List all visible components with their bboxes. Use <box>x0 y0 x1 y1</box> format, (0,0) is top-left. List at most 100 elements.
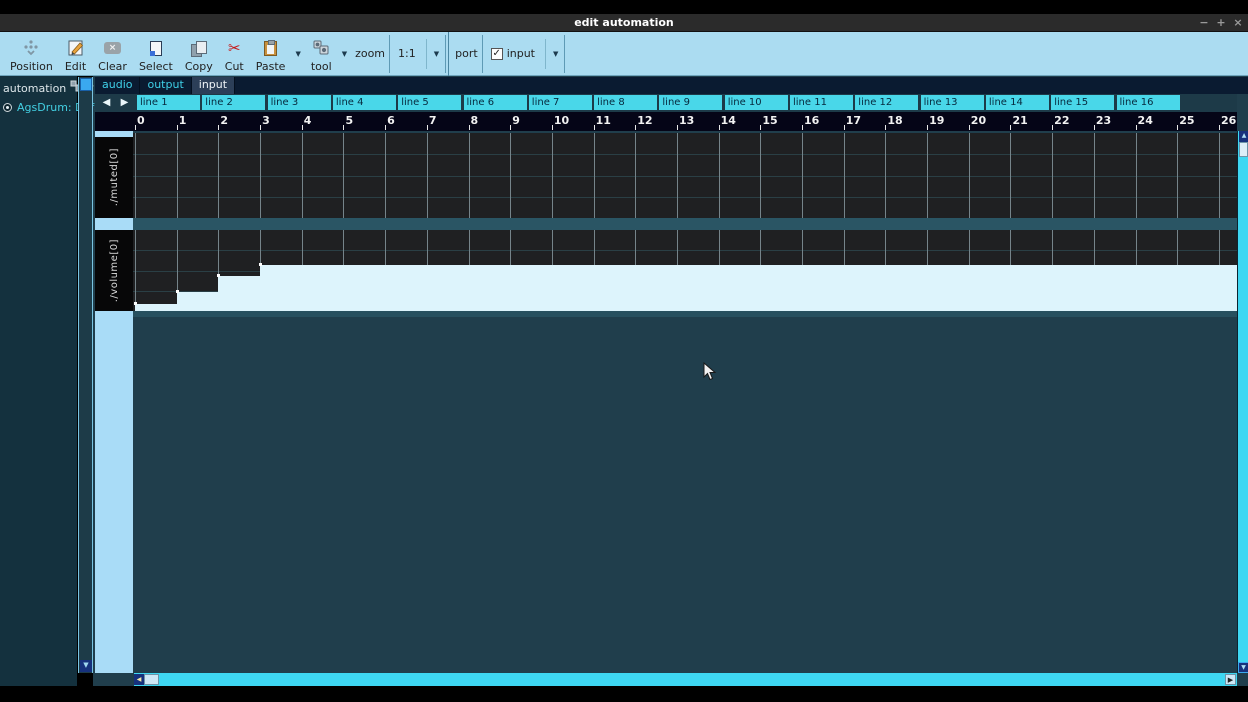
toolbar: Position Edit × Clear Select Copy ✂ <box>0 32 1248 76</box>
ruler-tick-label: 0 <box>137 114 145 127</box>
ruler-tick <box>177 125 178 130</box>
line-header: line 16 <box>1117 95 1180 110</box>
ruler-tick <box>135 125 136 130</box>
ruler-tick-label: 25 <box>1179 114 1194 127</box>
nav-right-arrow[interactable]: ▶ <box>118 96 131 109</box>
automation-point[interactable] <box>134 302 137 305</box>
position-button[interactable]: Position <box>4 32 59 75</box>
ruler-tick-label: 19 <box>929 114 944 127</box>
cut-button[interactable]: ✂ Cut <box>219 32 250 75</box>
ruler-tick <box>844 125 845 130</box>
ruler-tick <box>594 125 595 130</box>
automation-value-fill <box>177 292 219 311</box>
edit-button[interactable]: Edit <box>59 32 92 75</box>
ruler-tick <box>802 125 803 130</box>
grid-line-vertical <box>677 133 678 218</box>
automation-point[interactable] <box>259 263 262 266</box>
clear-label: Clear <box>98 60 127 73</box>
line-header: line 7 <box>529 95 592 110</box>
tab-output[interactable]: output <box>140 77 191 94</box>
maximize-button[interactable]: + <box>1214 14 1228 32</box>
ruler-tick <box>760 125 761 130</box>
grid-line-vertical <box>302 133 303 218</box>
zoom-value: 1:1 <box>392 47 426 60</box>
close-button[interactable]: × <box>1231 14 1245 32</box>
grid-line-vertical <box>510 133 511 218</box>
scroll-up-handle[interactable] <box>80 78 92 91</box>
ruler-tick-label: 26 <box>1221 114 1236 127</box>
clear-button[interactable]: × Clear <box>92 32 133 75</box>
tool-label: tool <box>311 60 332 73</box>
ruler-tick <box>1136 125 1137 130</box>
automation-value-fill <box>135 304 177 311</box>
grid-line-horizontal <box>133 154 1237 155</box>
zoom-dropdown-icon: ▼ <box>430 50 443 58</box>
automation-lane-muted[interactable] <box>133 133 1237 218</box>
sidebar-vertical-scrollbar[interactable]: ▼ <box>78 77 93 673</box>
minimize-button[interactable]: − <box>1197 14 1211 32</box>
ruler-tick <box>969 125 970 130</box>
scroll-left-button[interactable]: ◀ <box>134 674 144 685</box>
grid-line-vertical <box>218 133 219 218</box>
grid-line-vertical <box>469 133 470 218</box>
toolbar-separator <box>448 32 449 76</box>
automation-point[interactable] <box>176 290 179 293</box>
port-combobox[interactable]: ✓ input ▼ <box>482 35 566 73</box>
mouse-cursor <box>703 362 717 386</box>
scrollbar-handle[interactable] <box>144 674 159 685</box>
line-header: line 1 <box>137 95 200 110</box>
grid-line-vertical <box>1010 133 1011 218</box>
editor-horizontal-scrollbar[interactable]: ◀ ▶ <box>134 673 1237 686</box>
editor-vertical-scrollbar[interactable]: ▲ ▼ <box>1237 131 1248 673</box>
paste-dropdown-icon[interactable]: ▼ <box>291 50 304 58</box>
ruler-tick <box>719 125 720 130</box>
grid-line-vertical <box>260 133 261 218</box>
scrollbar-handle[interactable] <box>1239 142 1248 157</box>
ruler-tick <box>1010 125 1011 130</box>
grid-line-vertical <box>635 133 636 218</box>
clear-icon: × <box>104 37 121 59</box>
line-header: line 14 <box>986 95 1049 110</box>
grid-line-vertical <box>343 133 344 218</box>
line-header: line 9 <box>659 95 722 110</box>
automation-point[interactable] <box>217 274 220 277</box>
ruler-tick <box>1177 125 1178 130</box>
grid-line-vertical <box>1094 133 1095 218</box>
select-label: Select <box>139 60 173 73</box>
grid-line-vertical <box>844 133 845 218</box>
line-header: line 3 <box>268 95 331 110</box>
grid-line-vertical <box>719 133 720 218</box>
line-header: line 12 <box>855 95 918 110</box>
tool-dropdown-icon[interactable]: ▼ <box>338 50 351 58</box>
scroll-down-button[interactable]: ▼ <box>80 660 92 672</box>
automation-value-fill <box>260 265 1237 311</box>
port-label: port <box>451 47 482 60</box>
lane-name: ./muted[0] <box>109 148 120 206</box>
tab-input[interactable]: input <box>192 77 235 94</box>
zoom-combobox[interactable]: 1:1 ▼ <box>389 35 446 73</box>
line-header: line 11 <box>790 95 853 110</box>
title-bar: edit automation − + × <box>0 14 1248 32</box>
edit-label: Edit <box>65 60 86 73</box>
grid-line-horizontal <box>133 250 1237 251</box>
ruler-tick <box>260 125 261 130</box>
select-button[interactable]: Select <box>133 32 179 75</box>
scroll-right-button[interactable]: ▶ <box>1225 674 1236 685</box>
input-checkbox[interactable]: ✓ <box>491 48 503 60</box>
scope-tab-bar: audio output input <box>95 77 1248 94</box>
combo-separator <box>426 39 427 69</box>
ruler-tick <box>302 125 303 130</box>
paste-button[interactable]: Paste <box>250 32 292 75</box>
tool-button[interactable]: tool <box>305 32 338 75</box>
ruler-tick-label: 10 <box>554 114 569 127</box>
tab-audio[interactable]: audio <box>95 77 140 94</box>
offset-ruler: 0123456789101112131415161718192021222324… <box>95 112 1237 131</box>
nav-left-arrow[interactable]: ◀ <box>100 96 113 109</box>
automation-lane-volume[interactable] <box>133 230 1237 311</box>
ruler-tick <box>510 125 511 130</box>
ruler-tick-label: 3 <box>262 114 270 127</box>
copy-button[interactable]: Copy <box>179 32 219 75</box>
scroll-up-button[interactable]: ▲ <box>1239 131 1248 142</box>
scroll-down-button[interactable]: ▼ <box>1238 662 1248 673</box>
paste-label: Paste <box>256 60 286 73</box>
